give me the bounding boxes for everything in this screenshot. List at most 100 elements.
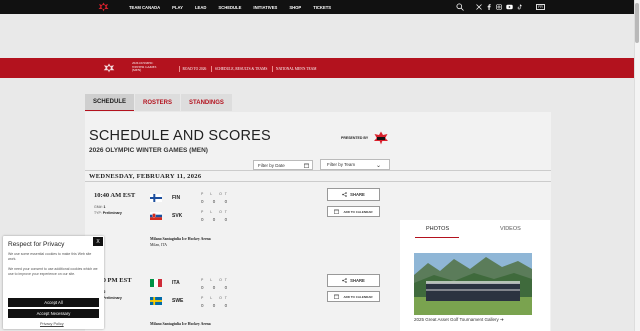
score-cell: 0: [201, 199, 208, 204]
game-type-value: Preliminary: [102, 296, 122, 300]
subnav-national-mens-team[interactable]: NATIONAL MEN'S TEAM: [276, 67, 317, 71]
game-number: GM#: 1: [94, 205, 106, 209]
score-header: P L OT: [201, 278, 230, 282]
photo-caption-link[interactable]: 2025 Great Asset Golf Tournament Gallery…: [414, 317, 504, 323]
team-photo-thumbnail[interactable]: [414, 253, 532, 315]
add-to-calendar-button[interactable]: ADD TO CALENDAR: [327, 206, 380, 217]
instagram-icon[interactable]: [496, 4, 502, 10]
calendar-label: ADD TO CALENDAR: [343, 294, 373, 299]
venue-name: Milano Santagiulia Ice Hockey Arena: [150, 322, 211, 326]
score-cell: 0: [224, 199, 232, 204]
close-button[interactable]: X: [93, 237, 103, 246]
share-button[interactable]: SHARE: [327, 274, 380, 287]
sweden-flag-icon: [150, 297, 162, 305]
score-header-p: P: [201, 192, 207, 196]
youtube-icon[interactable]: [506, 4, 513, 10]
presented-by-label: PRESENTED BY: [341, 136, 369, 140]
game-number-label: GM#:: [94, 205, 103, 209]
tab-rosters[interactable]: ROSTERS: [135, 94, 181, 111]
share-button[interactable]: SHARE: [327, 188, 380, 201]
score-cell: 0: [212, 217, 220, 222]
score-header-l: L: [210, 296, 216, 300]
privacy-policy-link[interactable]: Privacy Policy: [40, 322, 64, 326]
accept-necessary-button[interactable]: Accept Necessary: [8, 309, 99, 318]
score-header-ot: OT: [219, 192, 230, 196]
game-type-value: Preliminary: [102, 211, 122, 215]
divider: [272, 65, 273, 72]
page-subtitle: 2026 OLYMPIC WINTER GAMES (MEN): [89, 147, 208, 154]
game-venue: Milano Santagiulia Ice Hockey Arena Milan…: [150, 237, 211, 248]
filter-by-team-select[interactable]: Filter by Team ⌄: [320, 159, 390, 170]
event-title-line: (MEN): [132, 68, 142, 73]
subnav-road-to-2026[interactable]: ROAD TO 2026: [183, 67, 207, 71]
chevron-down-icon: ⌄: [375, 163, 381, 169]
divider: [211, 65, 212, 72]
nav-tickets[interactable]: TICKETS: [313, 5, 331, 10]
score-header-ot: OT: [219, 278, 230, 282]
event-subnav-links: ROAD TO 2026 SCHEDULE, RESULTS & TEAMS N…: [179, 65, 321, 72]
tab-videos[interactable]: VIDEOS: [500, 226, 521, 232]
score-cell: 0: [224, 217, 232, 222]
game-venue: Milano Santagiulia Ice Hockey Arena: [150, 322, 211, 328]
share-icon: [342, 278, 347, 283]
score-header-l: L: [210, 210, 216, 214]
team-scores: 0 0 0: [201, 217, 231, 222]
team-scores: 0 0 0: [201, 285, 231, 290]
filter-team-label: Filter by Team: [327, 162, 356, 167]
score-header: P L OT: [201, 296, 230, 300]
team-scores: 0 0 0: [201, 303, 231, 308]
nav-icons: [456, 0, 525, 14]
score-header-ot: OT: [219, 296, 230, 300]
score-header-l: L: [210, 192, 216, 196]
tab-schedule[interactable]: SCHEDULE: [85, 94, 135, 111]
team-scores: 0 0 0: [201, 199, 231, 204]
tab-standings[interactable]: STANDINGS: [181, 94, 232, 111]
language-toggle[interactable]: FR: [536, 4, 545, 10]
score-header: P L OT: [201, 210, 230, 214]
venue-city: Milan, ITA: [150, 242, 167, 247]
tab-photos[interactable]: PHOTOS: [426, 226, 449, 232]
nav-team-canada[interactable]: TEAM CANADA: [129, 5, 160, 10]
facebook-icon[interactable]: [486, 4, 492, 10]
game-number-value: 1: [103, 205, 106, 209]
nav-shop[interactable]: SHOP: [289, 5, 301, 10]
team-code[interactable]: ITA: [172, 280, 180, 286]
active-tab-indicator: [415, 237, 459, 238]
accept-all-button[interactable]: Accept All: [8, 298, 99, 307]
nav-lead[interactable]: LEAD: [195, 5, 206, 10]
score-header-p: P: [201, 278, 207, 282]
subnav-schedule-results-teams[interactable]: SCHEDULE, RESULTS & TEAMS: [215, 67, 268, 71]
share-label: SHARE: [350, 278, 365, 283]
italy-flag-icon: [150, 279, 162, 287]
nav-initiatives[interactable]: INITIATIVES: [253, 5, 277, 10]
score-cell: 0: [201, 217, 208, 222]
x-icon[interactable]: [476, 4, 482, 10]
score-cell: 0: [201, 303, 208, 308]
page-title: SCHEDULE AND SCORES: [89, 128, 271, 144]
score-cell: 0: [212, 285, 220, 290]
page-scrollbar[interactable]: [634, 0, 640, 331]
add-to-calendar-button[interactable]: ADD TO CALENDAR: [327, 291, 380, 302]
score-cell: 0: [224, 285, 232, 290]
tiktok-icon[interactable]: [517, 4, 523, 10]
hockey-canada-logo[interactable]: [98, 2, 109, 12]
search-icon[interactable]: [456, 3, 464, 11]
calendar-icon: [334, 294, 340, 299]
finland-flag-icon: [150, 194, 162, 202]
nav-play[interactable]: PLAY: [172, 5, 183, 10]
share-label: SHARE: [350, 192, 365, 197]
filter-by-date-input[interactable]: Filter by Date: [253, 160, 313, 170]
calendar-label: ADD TO CALENDAR: [343, 209, 373, 214]
score-cell: 0: [224, 303, 232, 308]
nav-schedule[interactable]: SCHEDULE: [218, 5, 241, 10]
score-header-p: P: [201, 296, 207, 300]
team-code[interactable]: FIN: [172, 195, 180, 201]
team-code[interactable]: SVK: [172, 213, 182, 219]
score-header-ot: OT: [219, 210, 230, 214]
filter-date-label: Filter by Date: [258, 162, 285, 168]
team-code[interactable]: SWE: [172, 298, 183, 304]
score-cell: 0: [212, 303, 220, 308]
score-cell: 0: [201, 285, 208, 290]
score-header-p: P: [201, 210, 207, 214]
scrollbar-thumb[interactable]: [635, 3, 639, 43]
